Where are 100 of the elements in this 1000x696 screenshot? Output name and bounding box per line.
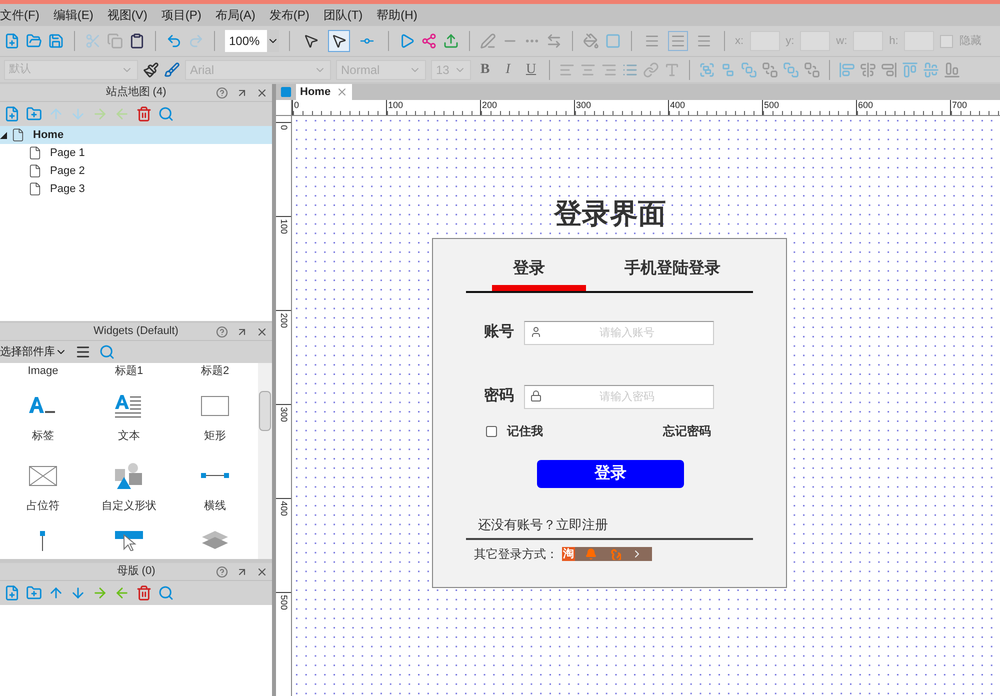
delete-icon[interactable] [136,106,152,122]
new-file-icon[interactable] [4,33,20,49]
font-color-icon[interactable] [664,62,680,78]
move-up-icon[interactable] [48,585,64,601]
add-page-icon[interactable] [4,106,20,122]
widget-item[interactable]: 占位符 [0,453,86,523]
bullet-list-icon[interactable] [622,62,638,78]
text-format-button[interactable]: I [499,59,517,80]
send-back-icon[interactable] [762,62,778,78]
menu-item[interactable]: 项目(P) [161,6,202,24]
align-middle-icon[interactable] [923,62,939,78]
menu-item[interactable]: 视图(V) [107,6,148,24]
menu-item[interactable]: 布局(A) [215,6,256,24]
publish-icon[interactable] [443,33,459,49]
widget-item[interactable]: 自定义形状 [86,453,172,523]
share-icon[interactable] [421,33,437,49]
menu-item[interactable]: 发布(P) [269,6,310,24]
border-color-icon[interactable] [480,33,496,49]
forgot-password-link[interactable]: 忘记密码 [663,422,711,440]
align-left-edge-icon[interactable] [839,62,855,78]
help-icon[interactable] [216,86,228,98]
widget-item[interactable]: 横线 [172,453,258,523]
remember-checkbox[interactable] [486,426,497,436]
tree-item[interactable]: Page 2 [0,162,272,180]
search-icon[interactable] [158,106,174,122]
search-icon[interactable] [99,344,115,360]
dropdown-button[interactable] [267,30,279,52]
close-icon[interactable] [256,566,268,578]
link-icon[interactable] [643,62,659,78]
expand-icon[interactable] [0,132,7,138]
pointer-tool-button[interactable] [328,30,350,52]
widget-item[interactable]: 矩形 [172,383,258,453]
widget-item[interactable]: Image [0,363,86,383]
widget-item[interactable]: 标题1 [86,363,172,383]
outdent-icon[interactable] [114,585,130,601]
add-page-icon[interactable] [4,585,20,601]
add-folder-icon[interactable] [26,106,42,122]
menu-item[interactable]: 文件(F) [0,6,40,24]
cut-icon[interactable] [85,33,101,49]
paste-icon[interactable] [129,33,145,49]
align-center-icon[interactable] [860,62,876,78]
fill-color-icon[interactable] [583,33,599,49]
page-icon[interactable] [28,146,42,160]
register-link[interactable]: 还没有账号？立即注册 [478,515,753,534]
close-icon[interactable] [336,86,348,98]
taobao-icon[interactable]: 淘 [562,546,575,560]
widget-item[interactable]: 文本 [86,383,172,453]
align-right-icon[interactable] [601,62,617,78]
close-icon[interactable] [256,326,268,338]
tree-item[interactable]: Page 1 [0,144,272,162]
arrow-style-icon[interactable] [546,33,562,49]
group-icon[interactable] [699,62,715,78]
tree-item[interactable]: Page 3 [0,180,272,198]
zoom-dropdown[interactable]: 100% [225,30,279,52]
menu-item[interactable]: 编辑(E) [53,6,94,24]
page-tab[interactable]: Home [296,84,352,100]
menu-item[interactable]: 团队(T) [323,6,363,24]
text-format-button[interactable]: B [476,59,494,80]
scrollbar[interactable] [258,363,272,559]
tree-item[interactable]: Home [0,126,272,144]
menu-icon[interactable] [75,344,91,360]
text-format-button[interactable]: U [522,59,540,80]
preview-icon[interactable] [399,33,415,49]
format-painter-icon[interactable] [143,62,159,78]
search-icon[interactable] [158,585,174,601]
close-icon[interactable] [256,86,268,98]
open-folder-icon[interactable] [26,33,42,49]
bell-icon[interactable] [585,548,597,560]
align-right-edge-icon[interactable] [881,62,897,78]
login-tab[interactable]: 登录 [466,257,592,291]
widget-item[interactable]: 标题2 [172,363,258,383]
help-icon[interactable] [216,566,228,578]
redo-icon[interactable] [188,33,204,49]
move-down-icon[interactable] [70,585,86,601]
align-top-icon[interactable] [902,62,918,78]
delete-icon[interactable] [136,585,152,601]
text-align-button[interactable] [668,31,688,51]
page-icon[interactable] [28,164,42,178]
align-left-icon[interactable] [559,62,575,78]
copy-icon[interactable] [107,33,123,49]
login-button[interactable]: 登录 [537,460,684,488]
page-icon[interactable] [11,128,25,142]
shadow-icon[interactable] [605,33,621,49]
indent-icon[interactable] [92,585,108,601]
send-backward-icon[interactable] [804,62,820,78]
widget-item[interactable]: 标签 [0,383,86,453]
align-center-icon[interactable] [580,62,596,78]
align-bottom-icon[interactable] [944,62,960,78]
bring-forward-icon[interactable] [783,62,799,78]
add-folder-icon[interactable] [26,585,42,601]
help-icon[interactable] [216,326,228,338]
login-tab[interactable]: 手机登陆登录 [592,257,753,291]
save-icon[interactable] [48,33,64,49]
library-dropdown[interactable]: 选择部件库 [0,344,67,360]
undo-icon[interactable] [166,33,182,49]
ungroup-icon[interactable] [720,62,736,78]
page-icon[interactable] [28,182,42,196]
menu-item[interactable]: 帮助(H) [376,6,418,24]
bring-front-icon[interactable] [741,62,757,78]
brush-icon[interactable] [164,62,180,78]
